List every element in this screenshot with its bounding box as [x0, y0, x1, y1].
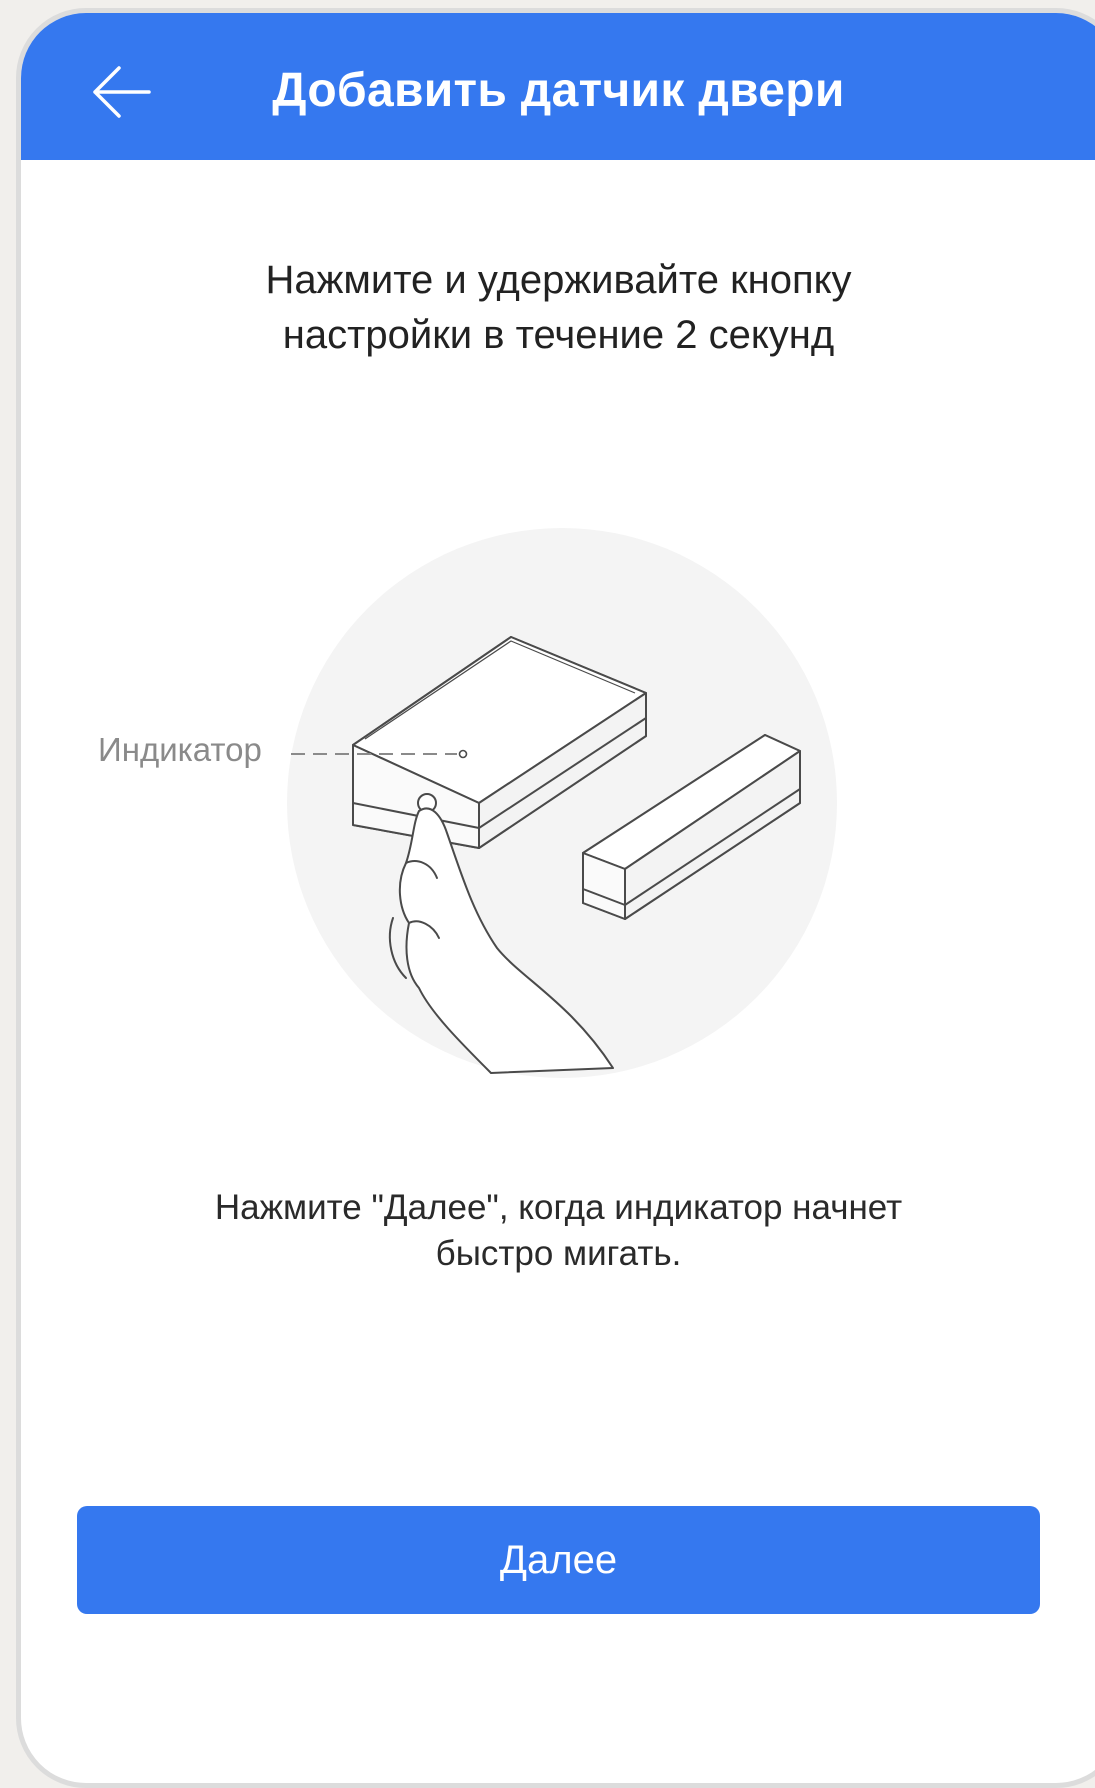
hint-line-2: быстро мигать. [435, 1234, 682, 1273]
hint-line-1: Нажмите "Далее", когда индикатор начнет [214, 1188, 903, 1227]
next-button[interactable]: Далее [77, 1506, 1040, 1614]
hint-text: Нажмите "Далее", когда индикатор начнет … [21, 1185, 1095, 1277]
door-sensor-illustration [287, 528, 837, 1078]
phone-screen: Добавить датчик двери Нажмите и удержива… [16, 8, 1095, 1788]
indicator-label: Индикатор [98, 731, 262, 768]
next-button-label: Далее [499, 1537, 618, 1582]
indicator-dot [458, 749, 468, 759]
